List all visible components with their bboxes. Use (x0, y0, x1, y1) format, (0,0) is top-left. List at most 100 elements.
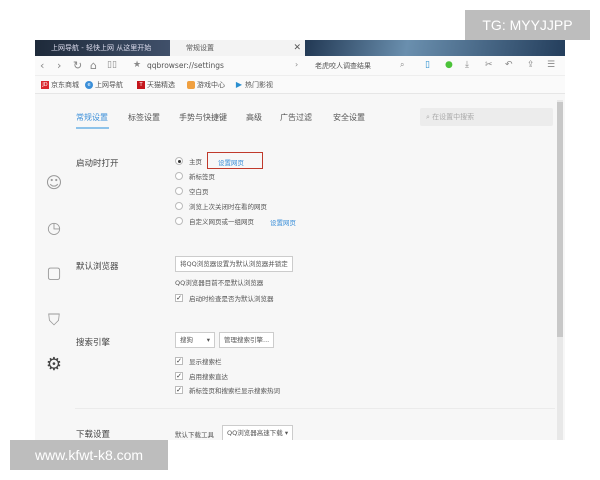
scissors-icon[interactable]: ✂ (485, 60, 493, 70)
checkbox-checked[interactable]: ✓ (175, 357, 183, 365)
checkbox-label: 启用搜索直达 (189, 373, 228, 381)
checkbox-checked[interactable]: ✓ (175, 372, 183, 380)
user-icon[interactable]: ☺ (45, 174, 63, 192)
shirt-icon[interactable]: ⛉ (45, 311, 63, 329)
section-divider (75, 408, 555, 409)
radio-button[interactable] (175, 217, 183, 225)
tab-settings[interactable]: 常规设置 ✕ (170, 40, 305, 56)
tab-navigation[interactable]: 上网导航 - 轻快上网 从这里开始 (35, 40, 170, 56)
settings-tab-advanced[interactable]: 高级 (246, 112, 262, 123)
dropdown-arrow-icon: ▾ (206, 336, 210, 344)
select-value: QQ浏览器高速下载 (227, 429, 283, 437)
download-tool-label: 默认下载工具 (175, 431, 214, 439)
browser-window: 上网导航 - 轻快上网 从这里开始 常规设置 ✕ ‹ › ↻ ⌂ ▯▯ ★ qqb… (35, 40, 565, 440)
search-bar[interactable]: 老虎咬人调查结果 (315, 61, 371, 71)
radio-label: 空白页 (189, 188, 209, 196)
radio-button[interactable] (175, 187, 183, 195)
scrollbar-thumb[interactable] (557, 102, 563, 337)
watermark-top: TG: MYYJJPP (465, 10, 590, 40)
tmall-icon: T (137, 81, 145, 89)
tab-settings-label: 常规设置 (186, 44, 214, 52)
address-bar[interactable]: qqbrowser://settings (147, 61, 224, 70)
radio-label: 自定义网页或一组网页 (189, 218, 254, 226)
select-value: 搜狗 (180, 336, 193, 344)
startup-title: 启动时打开 (76, 159, 119, 169)
watermark-bottom: www.kfwt-k8.com (10, 440, 168, 470)
check-show-search-bar[interactable]: ✓ 显示搜索栏 (175, 356, 222, 366)
bookmark-label: 天猫精选 (147, 81, 175, 89)
close-tab-icon[interactable]: ✕ (293, 40, 301, 56)
toolbar: ‹ › ↻ ⌂ ▯▯ ★ qqbrowser://settings › 老虎咬人… (35, 56, 565, 76)
set-default-browser-button[interactable]: 将QQ浏览器设置为默认浏览器并锁定 (175, 256, 293, 272)
mobile-icon[interactable]: ▯ (425, 60, 430, 70)
bookmark-jd[interactable]: JD 京东商城 (41, 80, 79, 90)
radio-button[interactable] (175, 157, 183, 165)
default-browser-title: 默认浏览器 (76, 262, 119, 272)
bag-icon[interactable]: ▢ (45, 264, 63, 282)
settings-tab-gestures[interactable]: 手势与快捷键 (179, 112, 227, 123)
home-icon[interactable]: ⌂ (90, 59, 97, 72)
set-custom-pages-link[interactable]: 设置网页 (270, 217, 296, 227)
settings-tab-adblock[interactable]: 广告过滤 (280, 112, 312, 123)
wechat-icon[interactable]: ● (445, 60, 453, 70)
tab-bar: 上网导航 - 轻快上网 从这里开始 常规设置 ✕ (35, 40, 565, 56)
search-icon[interactable]: ⌕ (400, 60, 404, 70)
bookmark-label: 热门影视 (245, 81, 273, 89)
search-engine-select[interactable]: 搜狗 ▾ (175, 332, 215, 348)
bookmark-nav[interactable]: e 上网导航 (85, 80, 123, 90)
forward-icon[interactable]: › (57, 59, 61, 72)
radio-new-tab[interactable]: 新标签页 (175, 171, 215, 181)
highlight-box (207, 152, 263, 169)
dropdown-arrow-icon: ▾ (284, 429, 289, 437)
bookmark-label: 京东商城 (51, 81, 79, 89)
download-title: 下载设置 (76, 430, 111, 440)
radio-label: 新标签页 (189, 173, 215, 181)
radio-custom[interactable]: 自定义网页或一组网页 (175, 216, 254, 226)
settings-tab-security[interactable]: 安全设置 (333, 112, 365, 123)
default-browser-status: QQ浏览器目前不是默认浏览器 (175, 279, 264, 287)
back-icon[interactable]: ‹ (40, 59, 44, 72)
refresh-icon[interactable]: ↻ (73, 59, 82, 72)
radio-home[interactable]: 主页 (175, 156, 202, 166)
download-tool-select[interactable]: QQ浏览器高速下载 ▾ (222, 425, 294, 440)
settings-tab-tabs[interactable]: 标签设置 (128, 112, 160, 123)
radio-button[interactable] (175, 202, 183, 210)
check-hot-words[interactable]: ✓ 新标签页和搜索栏显示搜索热词 (175, 385, 280, 395)
radio-last-session[interactable]: 浏览上次关闭时在看的网页 (175, 201, 267, 211)
star-icon[interactable]: ★ (133, 60, 141, 70)
check-default-on-startup[interactable]: ✓ 启动时检查是否为默认浏览器 (175, 293, 274, 303)
gear-icon[interactable]: ⚙ (45, 356, 63, 374)
undo-icon[interactable]: ↶ (505, 60, 513, 70)
search-placeholder: 在设置中搜索 (432, 113, 475, 121)
bookmarks-bar: JD 京东商城 e 上网导航 T 天猫精选 游戏中心 ▶ 热门影视 (35, 76, 565, 94)
play-icon: ▶ (235, 80, 243, 89)
checkbox-checked[interactable]: ✓ (175, 386, 183, 394)
radio-label: 浏览上次关闭时在看的网页 (189, 203, 267, 211)
checkbox-checked[interactable]: ✓ (175, 294, 183, 302)
bookmark-video[interactable]: ▶ 热门影视 (235, 80, 273, 90)
settings-tab-general[interactable]: 常规设置 (76, 112, 108, 123)
active-tab-indicator (76, 127, 109, 129)
bookmark-label: 游戏中心 (197, 81, 225, 89)
reader-icon[interactable]: ▯▯ (107, 60, 117, 70)
bookmark-games[interactable]: 游戏中心 (187, 80, 225, 90)
chevron-right-icon[interactable]: › (295, 60, 298, 69)
manage-search-engines-button[interactable]: 管理搜索引擎... (219, 332, 275, 348)
radio-blank[interactable]: 空白页 (175, 186, 209, 196)
clock-icon[interactable]: ◷ (45, 219, 63, 237)
search-engine-title: 搜索引擎 (76, 338, 111, 348)
game-icon (187, 81, 195, 89)
radio-button[interactable] (175, 172, 183, 180)
checkbox-label: 显示搜索栏 (189, 358, 222, 366)
checkbox-label: 启动时检查是否为默认浏览器 (189, 295, 274, 303)
bookmark-tmall[interactable]: T 天猫精选 (137, 80, 175, 90)
checkbox-label: 新标签页和搜索栏显示搜索热词 (189, 387, 280, 395)
check-search-direct[interactable]: ✓ 启用搜索直达 (175, 371, 228, 381)
download-icon[interactable]: ⤓ (465, 60, 469, 70)
menu-icon[interactable]: ☰ (547, 60, 555, 70)
bookmark-label: 上网导航 (95, 81, 123, 89)
radio-label: 主页 (189, 158, 202, 166)
settings-search-input[interactable]: ⌕ 在设置中搜索 (420, 108, 553, 126)
jd-icon: JD (41, 81, 49, 89)
share-icon[interactable]: ⇪ (527, 60, 535, 70)
